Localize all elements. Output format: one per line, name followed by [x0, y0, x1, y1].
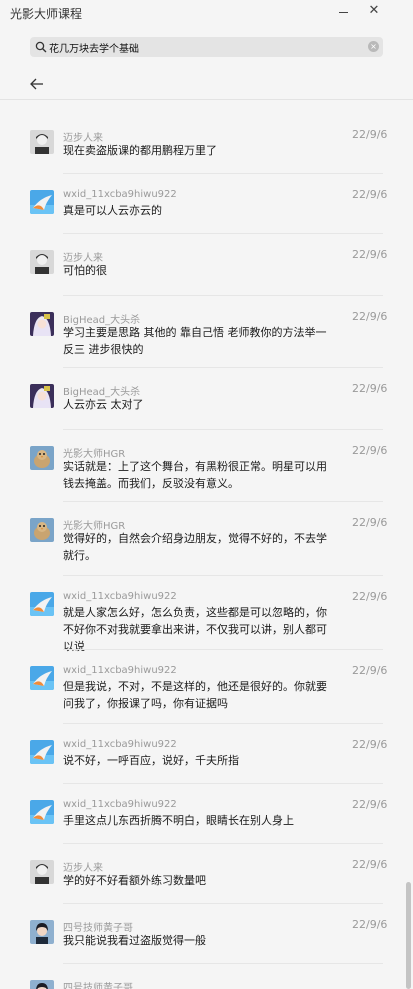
close-button[interactable]: ✕: [366, 3, 382, 19]
avatar[interactable]: [30, 130, 54, 154]
avatar[interactable]: [30, 800, 54, 824]
message-separator: [63, 783, 383, 784]
message-separator: [63, 843, 383, 844]
message-separator: [63, 367, 383, 368]
message-text: 可怕的很: [63, 264, 107, 277]
message-text: 真是可以人云亦云的: [63, 204, 162, 217]
message-date: 22/9/6: [352, 516, 388, 529]
avatar[interactable]: [30, 190, 54, 214]
avatar[interactable]: [30, 446, 54, 470]
message-text: 人云亦云 太对了: [63, 398, 144, 411]
title-bar: 光影大师课程 ✕: [0, 0, 413, 26]
search-input[interactable]: 花几万块去学个基础: [49, 40, 139, 55]
scrollbar-track[interactable]: [405, 100, 413, 989]
message-date: 22/9/6: [352, 188, 388, 201]
message-date: 22/9/6: [352, 444, 388, 457]
message-text: 就是人家怎么好，怎么负责，这些都是可以忽略的，你不好你不对我就要拿出来讲，不仅我…: [63, 606, 327, 653]
search-bar[interactable]: 花几万块去学个基础 ×: [30, 37, 383, 57]
message-separator: [63, 429, 383, 430]
message-sender[interactable]: wxid_11xcba9hiwu922: [63, 189, 177, 200]
message-sender[interactable]: wxid_11xcba9hiwu922: [63, 799, 177, 810]
avatar[interactable]: [30, 666, 54, 690]
message-text: 现在卖盗版课的都用鹏程万里了: [63, 144, 217, 157]
avatar[interactable]: [30, 312, 54, 336]
search-icon: [35, 41, 47, 53]
back-arrow-icon[interactable]: [29, 76, 45, 92]
message-sender[interactable]: 四号技师黄子哥: [63, 979, 133, 989]
avatar[interactable]: [30, 740, 54, 764]
message-text: 学的好不好看额外练习数量吧: [63, 874, 206, 887]
app-title: 光影大师课程: [10, 7, 83, 21]
avatar[interactable]: [30, 384, 54, 408]
avatar[interactable]: [30, 592, 54, 616]
scrollbar-thumb[interactable]: [406, 882, 411, 989]
message-date: 22/9/6: [352, 738, 388, 751]
message-separator: [63, 649, 383, 650]
message-separator: [63, 173, 383, 174]
message-date: 22/9/6: [352, 798, 388, 811]
avatar[interactable]: [30, 980, 54, 989]
message-separator: [63, 903, 383, 904]
avatar[interactable]: [30, 518, 54, 542]
message-separator: [63, 963, 383, 964]
message-text: 实话就是：上了这个舞台，有黑粉很正常。明星可以用钱去掩盖。而我们，反驳没有意义。: [63, 460, 327, 490]
message-sender[interactable]: wxid_11xcba9hiwu922: [63, 739, 177, 750]
message-date: 22/9/6: [352, 382, 388, 395]
message-date: 22/9/6: [352, 248, 388, 261]
message-separator: [63, 501, 383, 502]
message-date: 22/9/6: [352, 858, 388, 871]
message-sender[interactable]: wxid_11xcba9hiwu922: [63, 665, 177, 676]
message-date: 22/9/6: [352, 128, 388, 141]
header-divider: [0, 99, 413, 100]
message-text: 但是我说，不对，不是这样的，他还是很好的。你就要问我了，你报课了吗，你有证据吗: [63, 680, 327, 710]
message-separator: [63, 723, 383, 724]
avatar[interactable]: [30, 250, 54, 274]
message-date: 22/9/6: [352, 310, 388, 323]
avatar[interactable]: [30, 920, 54, 944]
message-sender[interactable]: wxid_11xcba9hiwu922: [63, 591, 177, 602]
message-date: 22/9/6: [352, 590, 388, 603]
message-separator: [63, 575, 383, 576]
message-text: 说不好，一呼百应，说好，千夫所指: [63, 754, 239, 767]
message-date: 22/9/6: [352, 664, 388, 677]
minimize-button[interactable]: [336, 4, 352, 20]
message-text: 觉得好的，自然会介绍身边朋友，觉得不好的，不去学就行。: [63, 532, 327, 562]
clear-search-button[interactable]: ×: [368, 41, 379, 52]
message-text: 我只能说我看过盗版觉得一般: [63, 934, 206, 947]
message-text: 手里这点儿东西折腾不明白，眼睛长在别人身上: [63, 814, 294, 827]
message-text: 学习主要是思路 其他的 靠自己悟 老师教你的方法举一反三 进步很快的: [63, 326, 327, 356]
message-separator: [63, 295, 383, 296]
message-date: 22/9/6: [352, 918, 388, 931]
avatar[interactable]: [30, 860, 54, 884]
message-separator: [63, 233, 383, 234]
